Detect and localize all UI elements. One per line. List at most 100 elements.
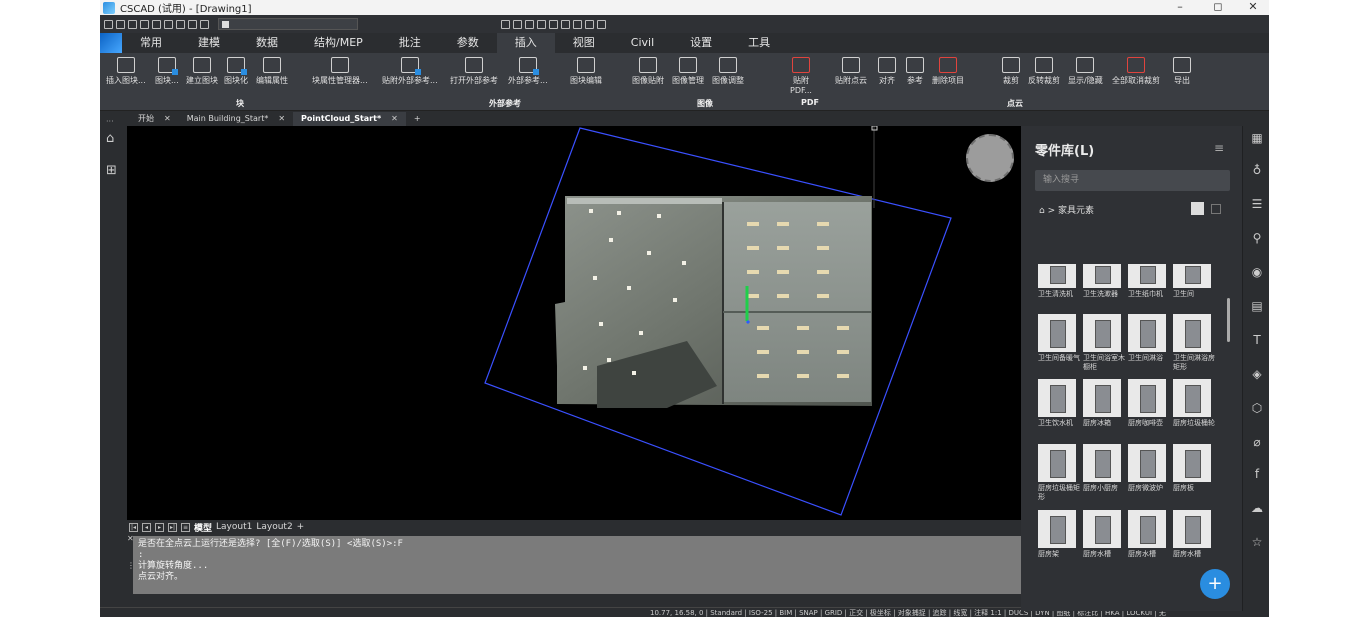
save-as-icon[interactable]	[140, 19, 149, 29]
doc-tab-start[interactable]: 开始 ✕	[130, 112, 179, 126]
library-item[interactable]: 厨房架	[1038, 510, 1082, 572]
add-part-button[interactable]: +	[1200, 569, 1230, 599]
library-item[interactable]: 卫生间备暖气	[1038, 314, 1082, 376]
library-breadcrumb[interactable]: ⌂ > 家具元素	[1039, 203, 1094, 216]
application-menu-icon[interactable]	[100, 33, 122, 53]
command-line-history[interactable]: 是否在全点云上运行还是选择? [全(F)/选取(S)] <选取(S)>:F : …	[133, 536, 1046, 594]
sliders-icon[interactable]: ☰	[1249, 196, 1265, 212]
cloud-icon[interactable]: ☁	[1249, 500, 1265, 516]
properties-icon[interactable]	[585, 19, 594, 29]
library-item[interactable]: 厨房水槽	[1173, 510, 1217, 572]
close-tab-icon[interactable]: ✕	[391, 112, 398, 126]
layer-dropdown[interactable]	[218, 18, 358, 30]
add-layout-button[interactable]: +	[297, 522, 305, 532]
attach-pdf-button[interactable]: 贴附PDF...	[790, 55, 812, 95]
structure-tree-icon[interactable]: ⊞	[106, 164, 120, 178]
uncrop-all-button[interactable]: 全部取消裁剪	[1112, 55, 1160, 95]
library-item[interactable]: 厨房水槽	[1128, 510, 1172, 572]
minimize-button[interactable]: –	[1162, 0, 1198, 15]
tab-modeling[interactable]: 建模	[180, 33, 238, 53]
last-layout-icon[interactable]: ▸|	[168, 522, 177, 532]
library-item[interactable]: 卫生间淋浴	[1128, 314, 1172, 376]
tab-insert[interactable]: 插入	[496, 33, 555, 53]
library-item[interactable]: 厨房小厨房	[1083, 444, 1127, 506]
delete-item-button[interactable]: 删除项目	[932, 55, 964, 95]
text-style-icon[interactable]: T	[1249, 332, 1265, 348]
library-menu-icon[interactable]: ≡	[1214, 141, 1224, 155]
doc-tab-pointcloud[interactable]: PointCloud_Start* ✕	[293, 112, 406, 126]
layer-state-icon[interactable]	[200, 19, 209, 29]
clip-button[interactable]: 裁剪	[1002, 55, 1020, 95]
save-icon[interactable]	[128, 19, 137, 29]
layout-list-icon[interactable]: ≡	[181, 522, 190, 532]
tab-tools[interactable]: 工具	[730, 33, 788, 53]
render-icon[interactable]	[561, 19, 570, 29]
tab-overflow-icon[interactable]: ···	[100, 117, 130, 126]
view-cube-icon[interactable]	[549, 19, 558, 29]
library-item[interactable]: 厨房板	[1173, 444, 1217, 506]
measure-icon[interactable]	[513, 19, 522, 29]
external-references-button[interactable]: 外部参考...	[508, 55, 548, 95]
create-block-button[interactable]: 建立图块	[186, 55, 218, 95]
help-icon[interactable]	[597, 19, 606, 29]
new-file-icon[interactable]	[104, 19, 113, 29]
close-tab-icon[interactable]: ✕	[278, 112, 285, 126]
edit-attributes-button[interactable]: 编辑属性	[256, 55, 288, 95]
layout-tab-model[interactable]: 模型	[194, 521, 212, 534]
library-item[interactable]: 厨房垃圾桶矩形	[1038, 444, 1082, 506]
layout-tab-layout1[interactable]: Layout1	[216, 522, 252, 532]
image-manager-button[interactable]: 图像管理	[672, 55, 704, 95]
reference-button[interactable]: 参考	[906, 55, 924, 95]
tab-view[interactable]: 视图	[555, 33, 613, 53]
table-icon[interactable]: ▦	[1249, 130, 1265, 146]
print-icon[interactable]	[152, 19, 161, 29]
library-item[interactable]: 厨房垃圾桶轮	[1173, 379, 1217, 441]
open-file-icon[interactable]	[116, 19, 125, 29]
maximize-button[interactable]: ◻	[1200, 0, 1236, 15]
tab-structure-mep[interactable]: 结构/MEP	[296, 33, 381, 53]
library-item[interactable]: 厨房水槽	[1083, 510, 1127, 572]
block-button[interactable]: 图块...	[155, 55, 179, 95]
block-editor-button[interactable]: 图块编辑	[570, 55, 602, 95]
next-layout-icon[interactable]: ▸	[155, 522, 164, 532]
undo-icon[interactable]	[176, 19, 185, 29]
tab-settings[interactable]: 设置	[672, 33, 730, 53]
library-pin-icon[interactable]: ⚲	[1249, 230, 1265, 246]
new-tab-button[interactable]: +	[406, 112, 429, 126]
library-scrollbar[interactable]	[1227, 298, 1230, 342]
close-button[interactable]: ✕	[1235, 0, 1269, 15]
match-properties-icon[interactable]	[501, 19, 510, 29]
library-item[interactable]: 卫生饮水机	[1038, 379, 1082, 441]
grid-view-icon[interactable]	[1191, 202, 1204, 215]
home-icon[interactable]: ⌂	[106, 132, 120, 146]
snap-settings-icon[interactable]	[537, 19, 546, 29]
tab-annotate[interactable]: 批注	[381, 33, 439, 53]
invert-clip-button[interactable]: 反转裁剪	[1028, 55, 1060, 95]
image-adjust-button[interactable]: 图像调整	[712, 55, 744, 95]
first-layout-icon[interactable]: |◂	[129, 522, 138, 532]
star-icon[interactable]: ☆	[1249, 534, 1265, 550]
redo-icon[interactable]	[188, 19, 197, 29]
library-item[interactable]: 卫生间浴室木橱柜	[1083, 314, 1127, 376]
cube-icon[interactable]: ⬡	[1249, 400, 1265, 416]
prev-layout-icon[interactable]: ◂	[142, 522, 151, 532]
tab-civil[interactable]: Civil	[613, 33, 672, 53]
attach-point-cloud-button[interactable]: 贴附点云	[835, 55, 867, 95]
point-cloud[interactable]	[555, 196, 872, 408]
attach-image-button[interactable]: 图像贴附	[632, 55, 664, 95]
library-search-input[interactable]: 输入搜寻	[1035, 170, 1230, 191]
function-icon[interactable]: f	[1249, 466, 1265, 482]
open-xref-button[interactable]: 打开外部参考	[450, 55, 498, 95]
library-home-icon[interactable]: ⌂	[1039, 206, 1048, 216]
drawing-canvas[interactable]	[127, 126, 1021, 520]
show-hide-button[interactable]: 显示/隐藏	[1068, 55, 1103, 95]
attach-xref-button[interactable]: 贴附外部参考...	[382, 55, 438, 95]
blockify-button[interactable]: 图块化	[224, 55, 248, 95]
library-item[interactable]: 厨房冰箱	[1083, 379, 1127, 441]
block-attribute-manager-button[interactable]: 块属性管理器...	[312, 55, 368, 95]
layout-tab-layout2[interactable]: Layout2	[256, 522, 292, 532]
materials-icon[interactable]	[573, 19, 582, 29]
list-view-icon[interactable]	[1211, 204, 1221, 214]
library-item[interactable]: 厨房微波炉	[1128, 444, 1172, 506]
navigation-wheel-icon[interactable]	[966, 134, 1014, 182]
